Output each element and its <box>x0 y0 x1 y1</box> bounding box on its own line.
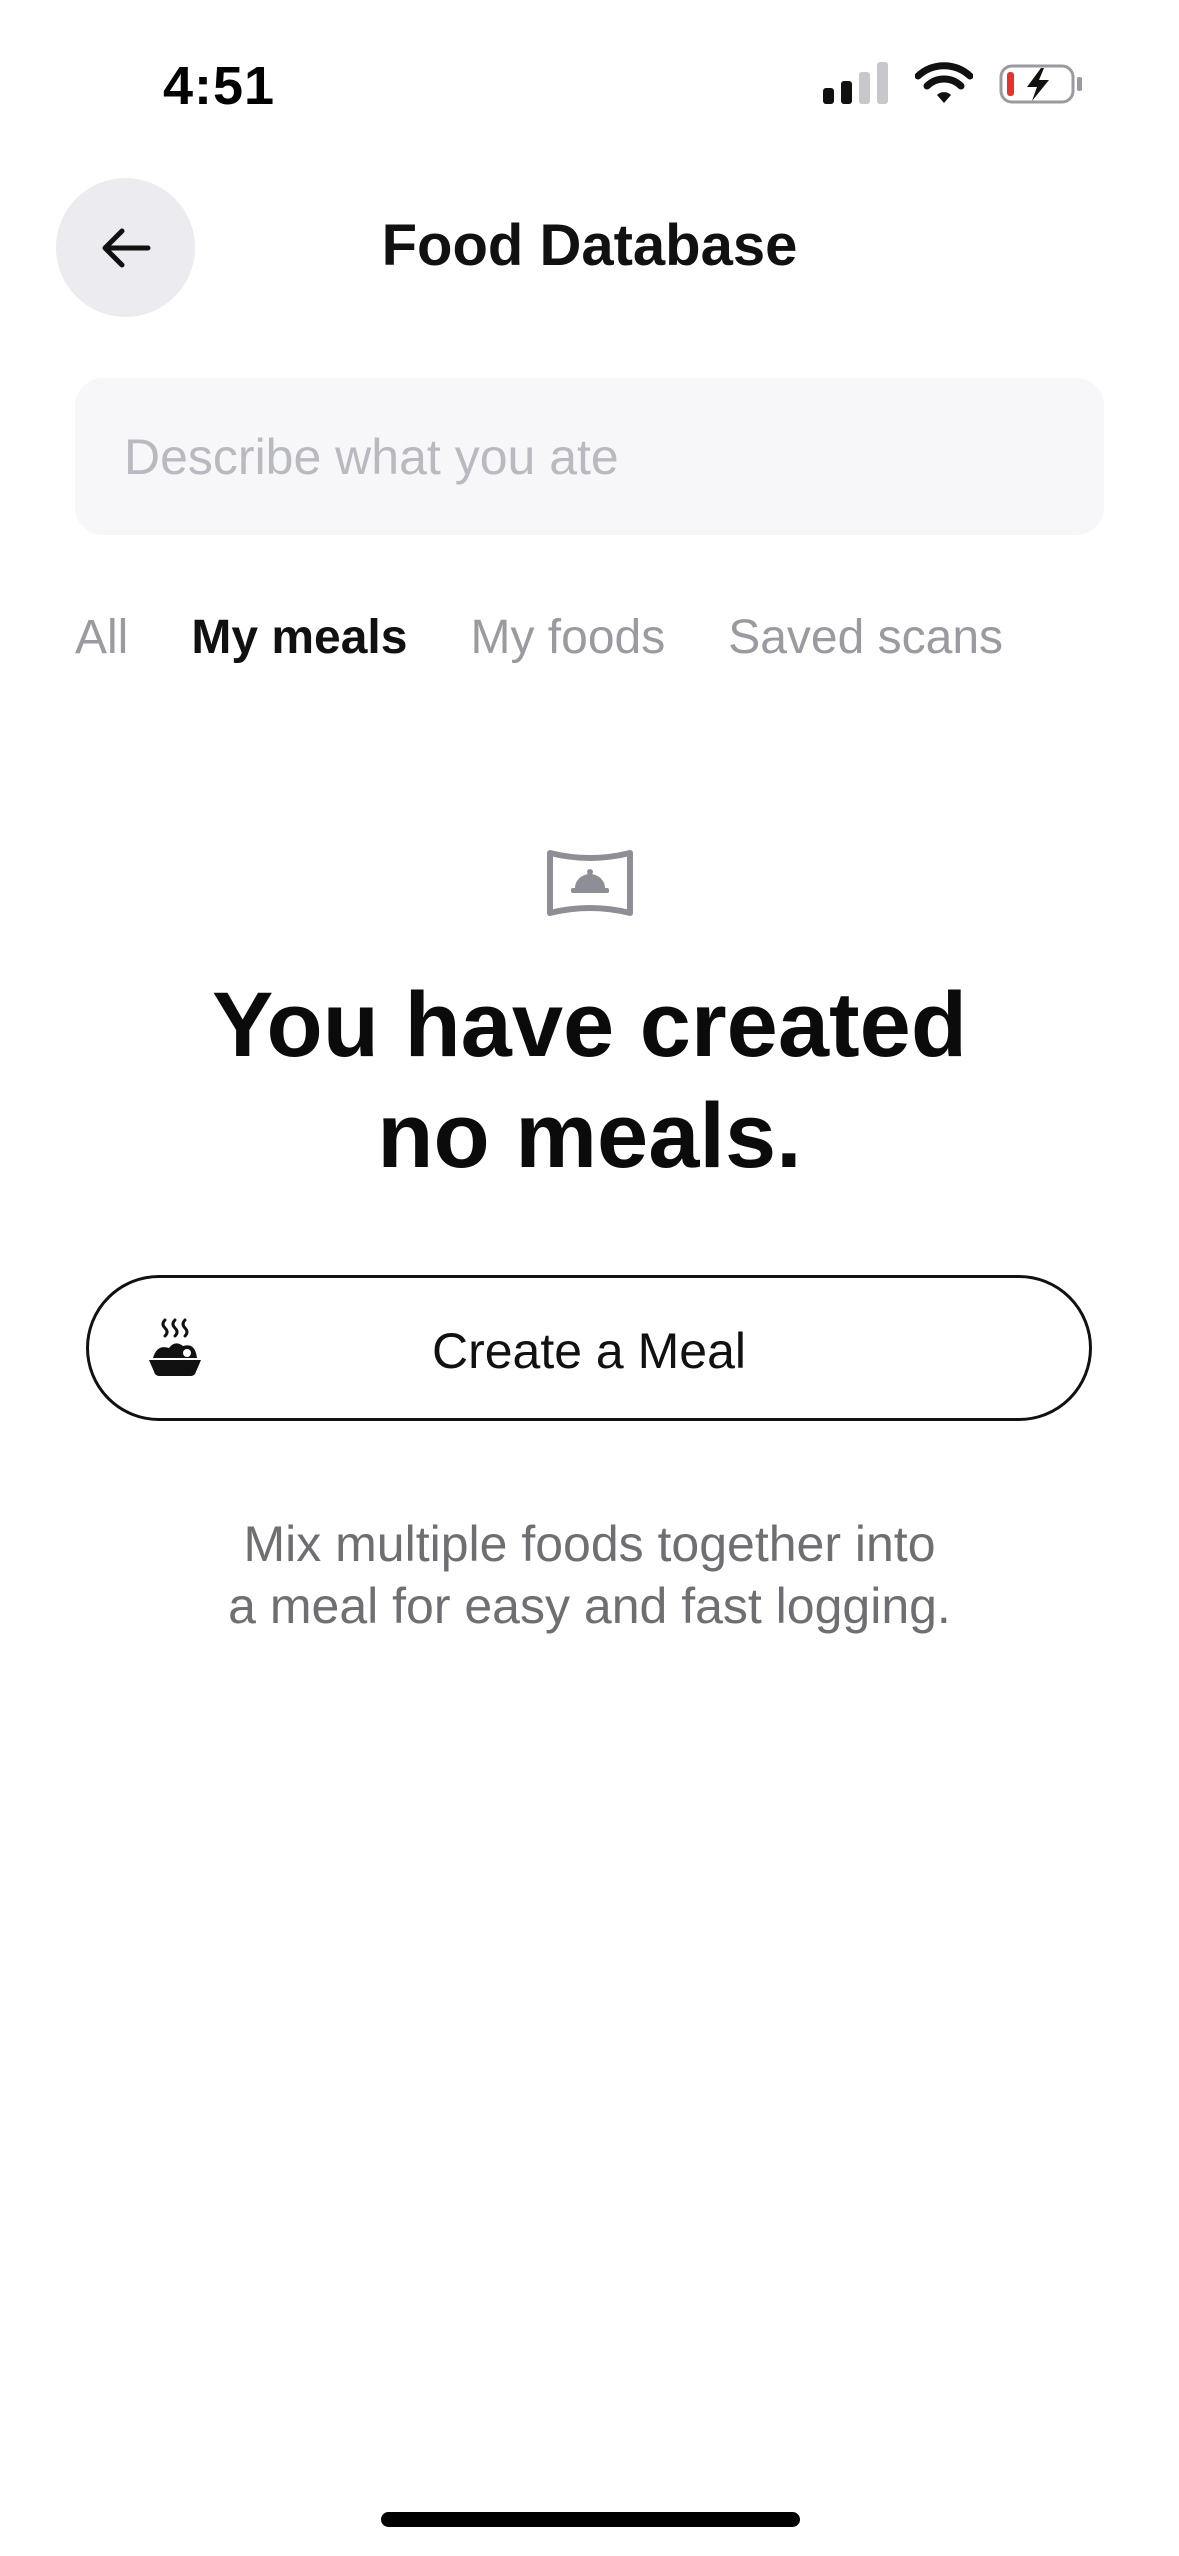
create-meal-label: Create a Meal <box>431 1323 747 1379</box>
food-database-screen: 4:51 Food Database All My me <box>0 0 1179 2556</box>
home-indicator[interactable] <box>381 2512 800 2527</box>
empty-desc-line-2: a meal for easy and fast logging. <box>228 1578 951 1634</box>
empty-state-title: You have created no meals. <box>0 970 1179 1192</box>
meal-placeholder-icon <box>547 850 633 916</box>
empty-state-description: Mix multiple foods together into a meal … <box>0 1513 1179 1637</box>
tab-my-foods[interactable]: My foods <box>470 610 665 665</box>
page-title: Food Database <box>381 213 798 278</box>
cellular-signal-icon <box>823 62 888 104</box>
filter-tabs: All My meals My foods Saved scans <box>75 610 1066 665</box>
battery-charging-icon <box>999 64 1082 104</box>
status-time: 4:51 <box>163 56 276 116</box>
create-meal-button[interactable]: Create a Meal <box>86 1275 1092 1421</box>
wifi-icon <box>915 62 973 103</box>
tab-saved-scans[interactable]: Saved scans <box>728 610 1003 665</box>
empty-desc-line-1: Mix multiple foods together into <box>243 1516 936 1572</box>
tab-my-meals[interactable]: My meals <box>191 610 407 665</box>
empty-title-line-1: You have created <box>211 974 968 1076</box>
status-icons <box>823 62 1083 106</box>
search-box[interactable] <box>75 378 1104 535</box>
empty-title-line-2: no meals. <box>377 1085 802 1187</box>
search-input[interactable] <box>124 378 1064 535</box>
tab-all[interactable]: All <box>75 610 128 665</box>
